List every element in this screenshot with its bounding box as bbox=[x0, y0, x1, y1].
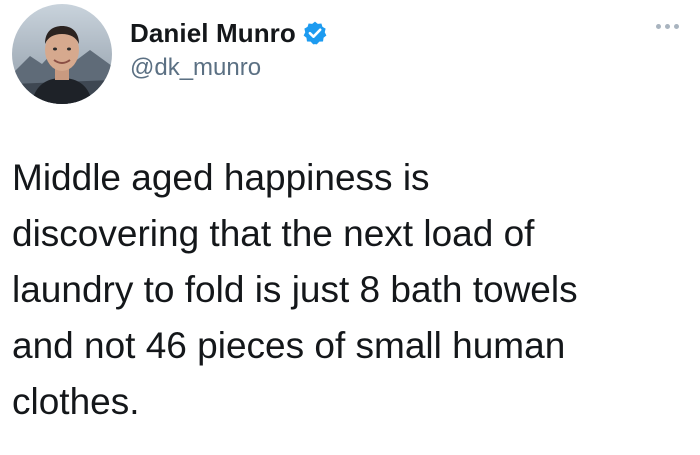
user-handle[interactable]: @dk_munro bbox=[130, 54, 328, 82]
verified-badge-icon bbox=[302, 20, 328, 46]
avatar-photo bbox=[12, 4, 112, 104]
avatar[interactable] bbox=[12, 4, 112, 104]
more-dot bbox=[673, 23, 679, 29]
name-row: Daniel Munro bbox=[130, 14, 328, 52]
display-name[interactable]: Daniel Munro bbox=[130, 18, 296, 49]
more-dot bbox=[664, 23, 670, 29]
tweet-text: Middle aged happiness is discovering tha… bbox=[12, 157, 578, 422]
more-dot bbox=[655, 23, 661, 29]
more-options-icon[interactable] bbox=[652, 16, 682, 36]
tweet-header: Daniel Munro @dk_munro bbox=[130, 14, 328, 82]
tweet-card: Daniel Munro @dk_munro Middle aged happi… bbox=[0, 0, 700, 455]
